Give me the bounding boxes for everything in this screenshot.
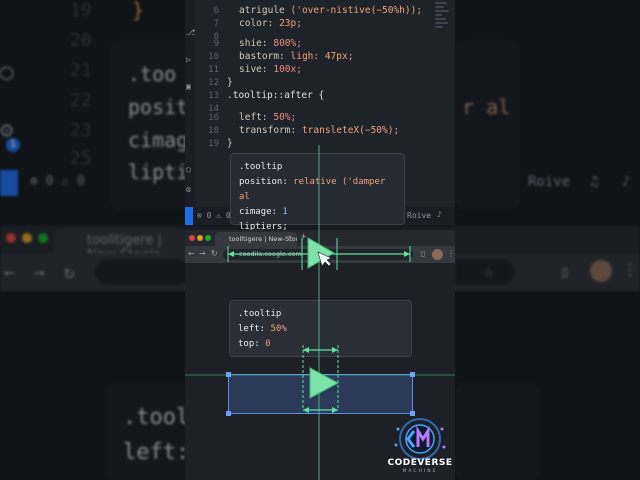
logo-subtitle: MACHINE (402, 469, 438, 474)
play-triangle-icon (309, 367, 340, 399)
arrow-right-icon (332, 347, 338, 353)
arrow-right-icon (404, 251, 410, 257)
arrow-left-icon (303, 347, 309, 353)
guides-overlay (185, 145, 455, 480)
logo-wordmark: CODEVERSE (387, 458, 453, 468)
arrow-left-icon (303, 407, 309, 413)
arrow-right-icon (332, 407, 338, 413)
arrow-left-icon (228, 251, 234, 257)
